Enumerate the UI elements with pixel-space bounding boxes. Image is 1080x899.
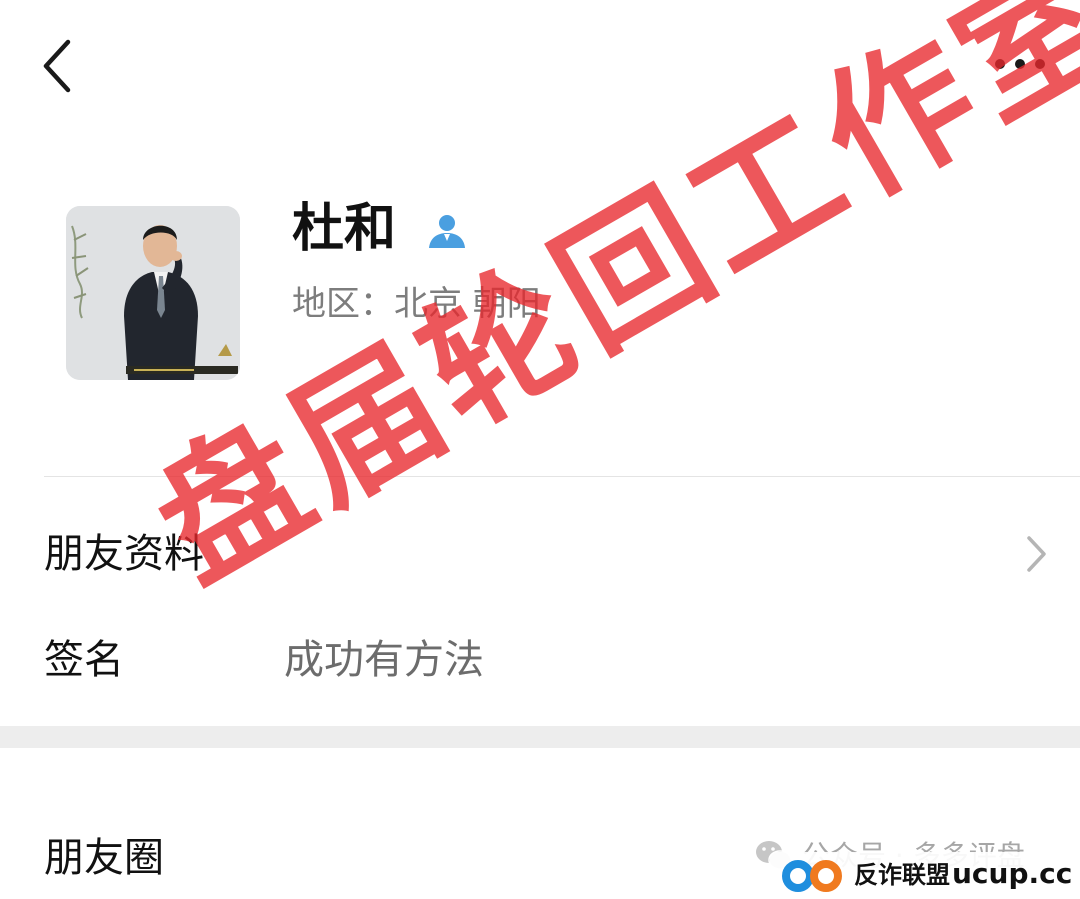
contact-region: 地区：北京 朝阳 — [292, 284, 541, 324]
moments-label: 朋友圈 — [44, 835, 164, 881]
brand-name: 反诈联盟 — [854, 861, 950, 889]
chevron-left-icon — [43, 39, 71, 93]
chevron-right-icon — [1027, 536, 1046, 572]
top-bar — [0, 0, 1080, 130]
brand-badge: 反诈联盟 ucup.cc — [770, 852, 1072, 898]
friend-info-label: 朋友资料 — [44, 531, 204, 577]
back-button[interactable] — [36, 36, 86, 96]
signature-value: 成功有方法 — [284, 637, 484, 683]
contact-person-icon — [429, 215, 465, 248]
avatar-photo — [66, 206, 240, 380]
divider — [44, 476, 1080, 477]
more-button[interactable] — [984, 44, 1054, 84]
profile-header: 杜和 地区：北京 朝阳 — [0, 180, 1080, 420]
signature-row: 签名 成功有方法 — [0, 610, 1080, 710]
friend-info-row[interactable]: 朋友资料 — [0, 500, 1080, 606]
brand-logo-icon — [782, 860, 842, 892]
section-separator — [0, 726, 1080, 748]
brand-site: ucup.cc — [952, 857, 1073, 890]
signature-label: 签名 — [44, 637, 124, 683]
more-horizontal-icon — [995, 59, 1045, 69]
avatar[interactable] — [66, 206, 240, 380]
contact-name: 杜和 — [292, 199, 397, 259]
